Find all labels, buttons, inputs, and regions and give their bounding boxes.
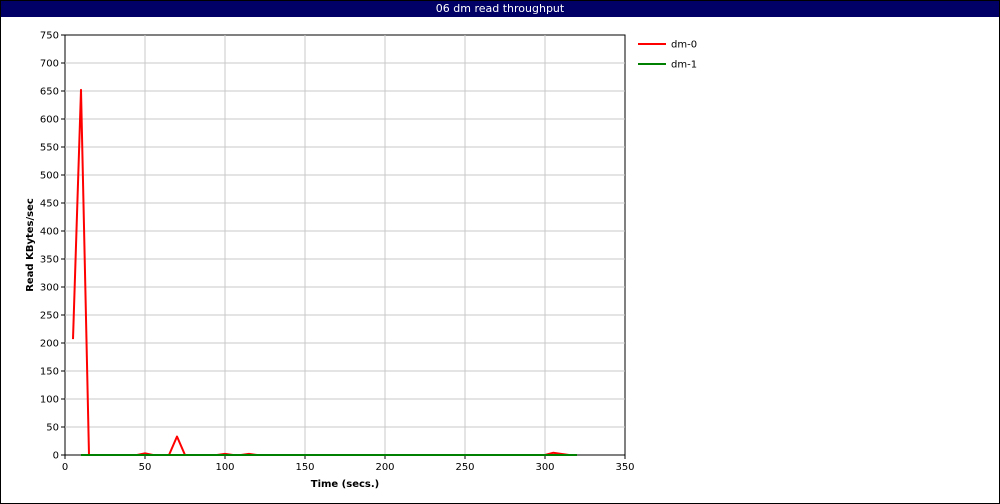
y-tick-label: 350 — [40, 255, 59, 266]
plot-area — [64, 34, 626, 456]
x-tick-label: 200 — [375, 462, 394, 473]
x-tick-label: 350 — [615, 462, 634, 473]
legend: dm-0 dm-1 — [638, 40, 697, 71]
y-tick-label: 200 — [40, 339, 59, 350]
y-tick-label: 700 — [40, 59, 59, 70]
y-tick-label: 50 — [46, 423, 59, 434]
y-tick-label: 500 — [40, 171, 59, 182]
y-tick-label: 100 — [40, 395, 59, 406]
x-tick-label: 150 — [295, 462, 314, 473]
chart-canvas: 0 50 100 150 200 250 300 350 0 50 100 150 200 250 300… — [25, 31, 697, 491]
y-tick-label: 0 — [53, 451, 59, 462]
x-tick-label: 50 — [139, 462, 152, 473]
legend-label: dm-0 — [671, 40, 697, 51]
y-tick-label: 750 — [40, 31, 59, 42]
y-tick-label: 600 — [40, 115, 59, 126]
y-tick-label: 550 — [40, 143, 59, 154]
x-tick-label: 100 — [215, 462, 234, 473]
y-axis-label: Read KBytes/sec — [25, 198, 36, 292]
legend-label: dm-1 — [671, 60, 697, 71]
y-tick-label: 250 — [40, 311, 59, 322]
x-axis-ticks: 0 50 100 150 200 250 300 350 — [62, 455, 635, 473]
y-tick-label: 450 — [40, 199, 59, 210]
y-tick-label: 150 — [40, 367, 59, 378]
x-tick-label: 250 — [455, 462, 474, 473]
y-tick-label: 300 — [40, 283, 59, 294]
x-tick-label: 0 — [62, 462, 68, 473]
x-axis-label: Time (secs.) — [311, 479, 380, 490]
y-tick-label: 400 — [40, 227, 59, 238]
y-axis-ticks: 0 50 100 150 200 250 300 350 400 450 500 550 600 650 7… — [40, 31, 65, 462]
x-tick-label: 300 — [535, 462, 554, 473]
y-tick-label: 650 — [40, 87, 59, 98]
